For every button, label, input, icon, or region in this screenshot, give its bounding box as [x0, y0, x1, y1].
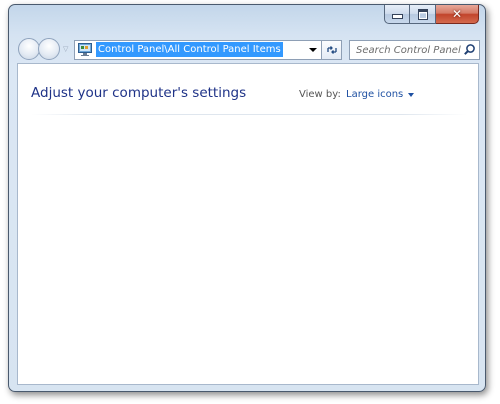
refresh-button[interactable]: [322, 40, 342, 60]
control-panel-icon: [78, 43, 92, 56]
navigation-bar: ▽ Control Panel\All Control Panel Items: [16, 37, 480, 63]
control-panel-window: ✕ ▽ Control Panel\All Control Panel Item…: [8, 4, 486, 392]
minimize-button[interactable]: [384, 5, 410, 24]
search-icon[interactable]: [463, 43, 476, 56]
forward-button[interactable]: [38, 38, 60, 60]
caption-buttons: ✕: [384, 5, 479, 24]
page-title: Adjust your computer's settings: [31, 85, 247, 101]
chevron-down-icon: [408, 93, 415, 97]
divider: [31, 114, 467, 115]
address-path-text[interactable]: Control Panel\All Control Panel Items: [96, 42, 283, 57]
maximize-icon: [417, 8, 428, 20]
address-dropdown-icon[interactable]: [309, 48, 317, 52]
search-box[interactable]: [349, 40, 480, 60]
minimize-icon: [391, 14, 403, 19]
view-by-value[interactable]: Large icons: [346, 89, 403, 100]
address-bar[interactable]: Control Panel\All Control Panel Items: [74, 40, 322, 60]
close-button[interactable]: ✕: [436, 5, 479, 24]
close-icon: ✕: [451, 7, 463, 21]
search-input[interactable]: [350, 41, 468, 59]
recent-pages-dropdown-icon[interactable]: ▽: [63, 45, 68, 53]
view-by-label: View by:: [299, 89, 341, 100]
maximize-button[interactable]: [410, 5, 436, 24]
back-button[interactable]: [18, 38, 40, 60]
content-area: Adjust your computer's settings View by:…: [17, 63, 479, 385]
view-by-dropdown[interactable]: Large icons: [346, 89, 415, 100]
refresh-icon: [326, 46, 337, 54]
